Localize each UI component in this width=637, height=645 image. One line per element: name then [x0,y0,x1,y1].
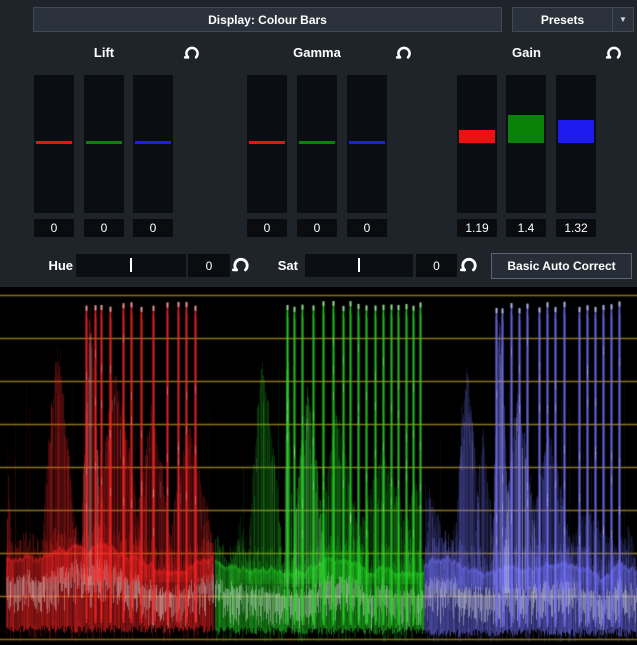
hue-reset-button[interactable] [231,255,251,275]
lift-reset-button[interactable] [182,43,202,63]
lift-green-slider[interactable] [84,75,124,213]
reset-icon [183,44,201,62]
lift-blue-slider[interactable] [133,75,173,213]
gain-green-level [508,115,544,143]
gamma-red-level [249,141,285,144]
hue-slider[interactable] [76,254,186,277]
gamma-red-slider[interactable] [247,75,287,213]
lift-red-level [36,141,72,144]
colour-correct-panel: Display: Colour Bars Presets ▼ Lift Gamm… [0,0,637,645]
reset-icon [395,44,413,62]
presets-button[interactable]: Presets ▼ [512,7,634,32]
gamma-blue-slider[interactable] [347,75,387,213]
chevron-down-icon[interactable]: ▼ [613,15,633,24]
lift-green-value: 0 [84,219,124,237]
hue-value: 0 [188,254,230,277]
reset-icon [459,255,479,275]
gain-green-value: 1.4 [506,219,546,237]
reset-icon [231,255,251,275]
sat-label: Sat [268,258,298,274]
lift-section-title: Lift [34,45,174,61]
sat-slider[interactable] [305,254,413,277]
sat-reset-button[interactable] [459,255,479,275]
rgb-parade-scope [0,287,637,645]
gain-blue-value: 1.32 [556,219,596,237]
sat-slider-handle[interactable] [358,258,360,272]
lift-blue-value: 0 [133,219,173,237]
display-mode-button[interactable]: Display: Colour Bars [33,7,502,32]
basic-auto-correct-button[interactable]: Basic Auto Correct [491,253,632,279]
lift-blue-level [135,141,171,144]
gain-section-title: Gain [457,45,596,61]
gamma-green-slider[interactable] [297,75,337,213]
gain-green-slider[interactable] [506,75,546,213]
hue-slider-handle[interactable] [130,258,132,272]
lift-green-level [86,141,122,144]
gamma-reset-button[interactable] [394,43,414,63]
lift-red-value: 0 [34,219,74,237]
gamma-section-title: Gamma [247,45,387,61]
gain-blue-level [558,120,594,143]
gain-red-value: 1.19 [457,219,497,237]
gamma-green-value: 0 [297,219,337,237]
gain-blue-slider[interactable] [556,75,596,213]
reset-icon [605,44,623,62]
lift-red-slider[interactable] [34,75,74,213]
gain-red-slider[interactable] [457,75,497,213]
gamma-blue-level [349,141,385,144]
gain-reset-button[interactable] [604,43,624,63]
gain-red-level [459,130,495,143]
gamma-red-value: 0 [247,219,287,237]
gamma-blue-value: 0 [347,219,387,237]
sat-value: 0 [416,254,457,277]
presets-label: Presets [513,13,612,27]
hue-label: Hue [38,258,73,274]
gamma-green-level [299,141,335,144]
